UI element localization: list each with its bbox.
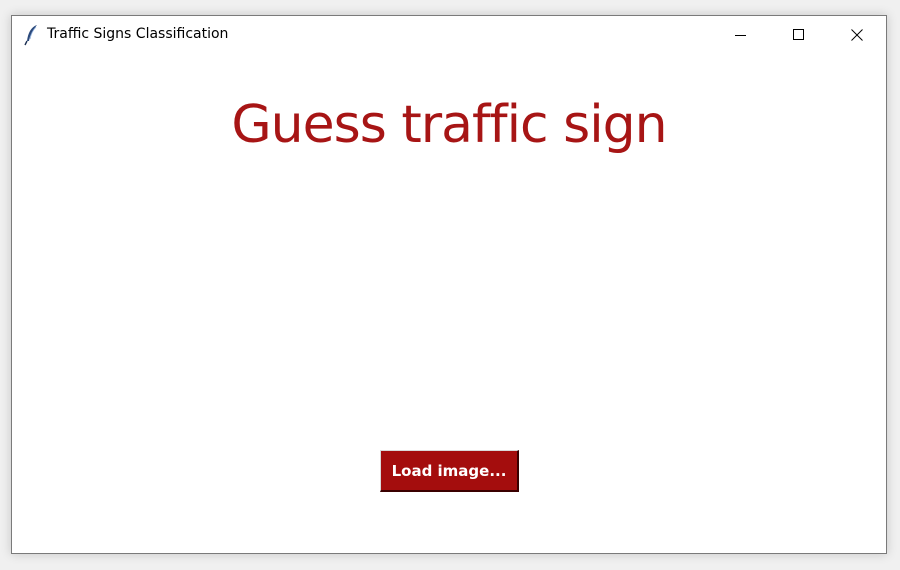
- page-heading: Guess traffic sign: [231, 95, 667, 155]
- window-title: Traffic Signs Classification: [47, 26, 229, 42]
- main-content: Guess traffic sign Load image...: [12, 54, 886, 554]
- feather-icon: [24, 24, 40, 46]
- app-window: Traffic Signs Classification Guess traff…: [11, 15, 887, 554]
- minimize-icon: [735, 26, 747, 45]
- title-bar[interactable]: Traffic Signs Classification: [12, 16, 886, 54]
- maximize-button[interactable]: [770, 16, 828, 54]
- close-icon: [851, 26, 863, 45]
- load-image-button[interactable]: Load image...: [380, 450, 519, 492]
- close-button[interactable]: [828, 16, 886, 54]
- maximize-icon: [793, 26, 805, 45]
- minimize-button[interactable]: [712, 16, 770, 54]
